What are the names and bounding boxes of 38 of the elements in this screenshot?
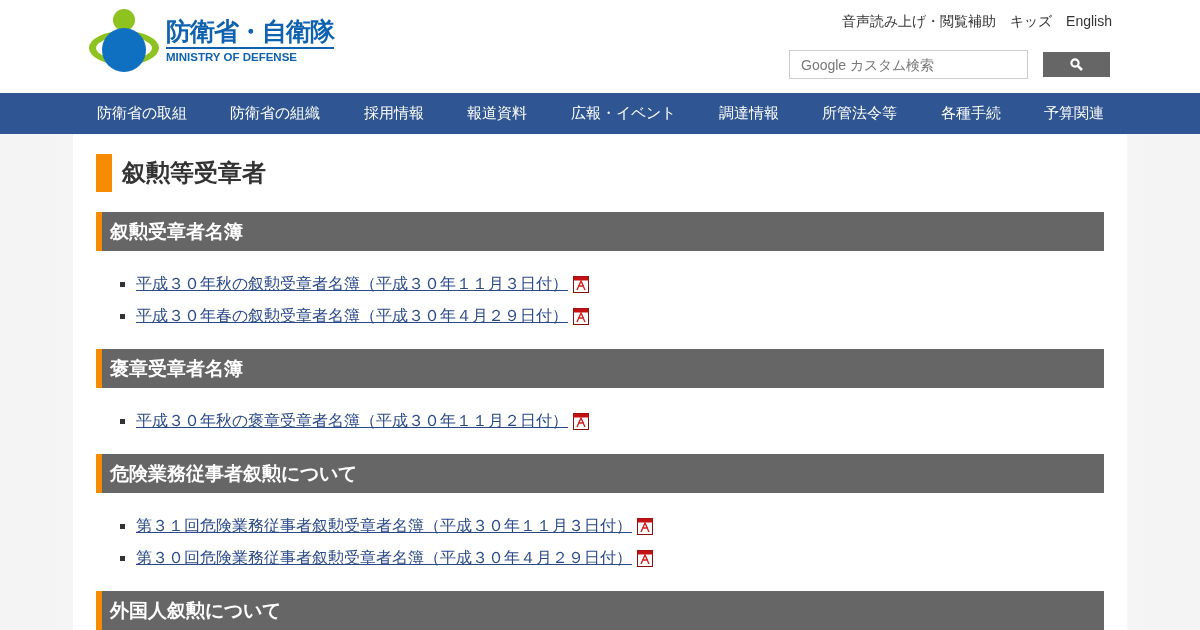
bullet-icon [120, 313, 125, 319]
document-link[interactable]: 第３１回危険業務従事者叙勲受章者名簿（平成３０年１１月３日付） [136, 514, 632, 538]
search-button[interactable] [1043, 52, 1110, 77]
pdf-document-icon [637, 549, 653, 567]
header-link[interactable]: 音声読み上げ・閲覧補助 [842, 11, 997, 32]
logo-subtitle: MINISTRY OF DEFENSE [166, 46, 334, 64]
search-icon [1070, 58, 1083, 71]
nav-link[interactable]: 広報・イベント [570, 102, 676, 125]
header-link[interactable]: English [1066, 11, 1112, 32]
header-link[interactable]: キッズ [1010, 11, 1053, 32]
section-heading: 叙勲受章者名簿 [96, 212, 1104, 251]
nav-link[interactable]: 報道資料 [467, 102, 528, 125]
pdf-document-icon [573, 275, 589, 293]
nav-link[interactable]: 採用情報 [363, 102, 424, 125]
bullet-icon [120, 281, 125, 287]
bullet-icon [120, 418, 125, 424]
document-link[interactable]: 第３０回危険業務従事者叙勲受章者名簿（平成３０年４月２９日付） [136, 546, 632, 570]
bullet-icon [120, 523, 125, 529]
logo-title: 防衛省・自衛隊 [166, 18, 334, 44]
section-heading: 外国人叙勲について [96, 591, 1104, 630]
pdf-document-icon [573, 412, 589, 430]
pdf-document-icon [637, 517, 653, 535]
section-heading: 褒章受章者名簿 [96, 349, 1104, 388]
section-heading: 危険業務従事者叙勲について [96, 454, 1104, 493]
nav-link[interactable]: 各種手続 [940, 102, 1001, 125]
nav-link[interactable]: 予算関連 [1044, 102, 1104, 125]
bullet-icon [120, 555, 125, 561]
nav-link[interactable]: 防衛省の組織 [230, 102, 321, 125]
search-field[interactable]: Google カスタム検索 [789, 50, 1028, 79]
pdf-document-icon [573, 307, 589, 325]
nav-link[interactable]: 所管法令等 [822, 102, 898, 125]
document-link[interactable]: 平成３０年秋の叙勲受章者名簿（平成３０年１１月３日付） [136, 272, 568, 296]
nav-link[interactable]: 調達情報 [718, 102, 779, 125]
document-link[interactable]: 平成３０年秋の褒章受章者名簿（平成３０年１１月２日付） [136, 409, 568, 433]
nav-link[interactable]: 防衛省の取組 [97, 102, 187, 125]
page-title: 叙勲等受章者 [96, 154, 1104, 192]
logo-emblem-icon [88, 8, 160, 74]
document-link[interactable]: 平成３０年春の叙勲受章者名簿（平成３０年４月２９日付） [136, 304, 568, 328]
